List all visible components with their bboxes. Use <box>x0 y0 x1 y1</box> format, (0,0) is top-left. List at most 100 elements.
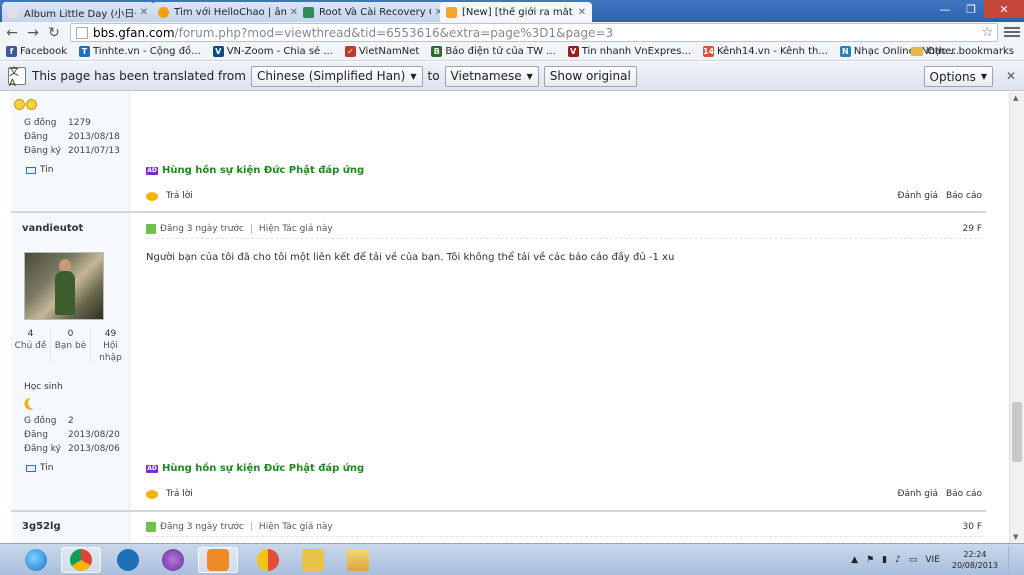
bookmark-vietnamnet[interactable]: ✓ VietNamNet <box>344 46 419 57</box>
ad-badge-icon: AD <box>146 464 158 473</box>
translate-bar: 文A This page has been translated from Ch… <box>0 62 1024 91</box>
chevron-down-icon: ▼ <box>526 71 533 81</box>
post-separator <box>11 510 986 512</box>
rank-emoji-row <box>14 99 37 110</box>
post2-message-link[interactable]: Tin <box>26 463 53 473</box>
network-signal-icon[interactable]: ▮ <box>882 555 887 565</box>
post1-footer: Trả lời Đánh giá Báo cáo <box>146 188 982 204</box>
rate-link[interactable]: Đánh giá <box>897 489 938 499</box>
volume-icon[interactable]: ♪ <box>895 555 901 565</box>
show-original-button[interactable]: Show original <box>543 65 637 87</box>
stat-value: 1279 <box>68 118 91 128</box>
battery-icon[interactable]: ▭ <box>909 555 918 565</box>
tab-title: Album Little Day (小日子) ... <box>24 8 136 20</box>
forward-arrow-icon[interactable]: → <box>24 24 42 42</box>
tab-1[interactable]: Album Little Day (小日子) ... ✕ <box>2 2 154 22</box>
report-link[interactable]: Báo cáo <box>946 489 982 499</box>
post1-signature[interactable]: AD Hùng hồn sự kiện Đức Phật đáp ứng <box>146 165 364 176</box>
reload-icon[interactable]: ↻ <box>45 24 63 42</box>
smiley-icon <box>14 99 25 110</box>
bookmark-vnzoom[interactable]: V VN-Zoom - Chia sẻ ... <box>212 46 333 57</box>
tab-2[interactable]: Tìm với HelloChao | âm h... ✕ <box>152 2 304 22</box>
phone-favicon-icon <box>303 6 314 18</box>
post-separator <box>11 211 986 213</box>
clock[interactable]: 22:24 20/08/2013 <box>952 549 998 571</box>
stat-key: G đồng <box>24 416 57 426</box>
flag-icon[interactable]: ⚑ <box>866 555 874 565</box>
scroll-up-icon[interactable]: ▲ <box>1013 94 1018 102</box>
show-author-link[interactable]: Hiện Tác giả này <box>259 224 333 234</box>
count-label: Bạn bè <box>54 341 87 351</box>
show-desktop-button[interactable] <box>1008 546 1018 574</box>
hellochao-favicon-icon <box>158 6 169 18</box>
translate-prefix: This page has been translated from <box>32 69 246 83</box>
rate-link[interactable]: Đánh giá <box>897 191 938 201</box>
tab-3[interactable]: Root Và Cài Recovery Cho... ✕ <box>297 2 449 22</box>
maximize-icon[interactable]: ❐ <box>958 0 984 18</box>
media-player-icon[interactable] <box>198 547 238 573</box>
url-path: /forum.php?mod=viewthread&tid=6553616&ex… <box>174 25 614 40</box>
other-bookmarks[interactable]: Other bookmarks <box>911 46 1014 57</box>
post3-username[interactable]: 3g52lg <box>22 521 61 532</box>
bookmark-kenh14[interactable]: 14 Kênh14.vn - Kênh th... <box>703 46 828 57</box>
maxthon-icon[interactable] <box>108 547 148 573</box>
bookmark-facebook[interactable]: f Facebook <box>6 46 67 57</box>
windows-taskbar: ▲ ⚑ ▮ ♪ ▭ VIE 22:24 20/08/2013 <box>0 543 1024 575</box>
tab-4-active[interactable]: [New] [thế giới ra mắt] nh... ✕ <box>440 2 592 22</box>
bookmarks-bar: f Facebook T Tinhte.vn - Cộng đồ... V VN… <box>0 43 1024 61</box>
show-author-link[interactable]: Hiện Tác giả này <box>259 522 333 532</box>
options-button[interactable]: Options ▼ <box>923 66 993 87</box>
stat-value: 2 <box>68 416 74 426</box>
floor-number[interactable]: 29 F <box>963 224 983 234</box>
stat-value: 2013/08/18 <box>68 132 120 142</box>
browser-toolbar: ← → ↻ bbs.gfan.com/forum.php?mod=viewthr… <box>0 22 1024 43</box>
tab-title: [New] [thế giới ra mắt] nh... <box>462 6 574 18</box>
file-explorer-icon[interactable] <box>338 547 378 573</box>
post2-header: Đăng 3 ngày trước | Hiện Tác giả này 29 … <box>146 219 982 239</box>
address-bar[interactable]: bbs.gfan.com/forum.php?mod=viewthread&ti… <box>70 23 998 42</box>
post-time: Đăng 3 ngày trước <box>160 521 244 532</box>
reply-link[interactable]: Trả lời <box>166 489 193 499</box>
scrollbar-thumb[interactable] <box>1012 402 1022 462</box>
minimize-icon[interactable]: — <box>932 0 958 18</box>
folder-app-icon[interactable] <box>293 547 333 573</box>
tab-title: Root Và Cài Recovery Cho... <box>319 6 431 18</box>
topics-count[interactable]: 4 Chủ đề <box>11 328 51 364</box>
report-link[interactable]: Báo cáo <box>946 191 982 201</box>
vertical-scrollbar[interactable]: ▲ ▼ <box>1009 92 1024 543</box>
reply-link[interactable]: Trả lời <box>166 191 193 201</box>
bookmark-tinhte[interactable]: T Tinhte.vn - Cộng đồ... <box>79 46 201 57</box>
source-language-select[interactable]: Chinese (Simplified Han) ▼ <box>250 65 423 87</box>
header-divider: | <box>249 521 253 532</box>
post-status-icon <box>146 223 156 234</box>
input-language[interactable]: VIE <box>925 555 940 565</box>
floor-number[interactable]: 30 F <box>963 522 983 532</box>
facebook-icon: f <box>6 46 17 57</box>
bookmark-baodientu[interactable]: B Báo điện tử của TW ... <box>431 46 556 57</box>
menu-icon[interactable] <box>1004 24 1020 40</box>
post2-signature[interactable]: AD Hùng hồn sự kiện Đức Phật đáp ứng <box>146 463 364 474</box>
internet-explorer-icon[interactable] <box>16 547 56 573</box>
signature-text: Hùng hồn sự kiện Đức Phật đáp ứng <box>162 463 365 474</box>
close-tab-icon[interactable]: ✕ <box>140 7 148 18</box>
translate-icon: 文A <box>8 67 26 89</box>
post2-username[interactable]: vandieutot <box>22 223 83 234</box>
points-count[interactable]: 49 Hội nhập <box>91 328 130 364</box>
back-arrow-icon[interactable]: ← <box>3 24 21 42</box>
clock-time: 22:24 <box>963 550 987 559</box>
bookmark-star-icon[interactable]: ☆ <box>981 25 993 40</box>
scroll-down-icon[interactable]: ▼ <box>1013 533 1018 541</box>
post1-message-link[interactable]: Tin <box>26 165 53 175</box>
close-translate-bar-icon[interactable]: ✕ <box>1006 69 1016 83</box>
avatar[interactable] <box>24 252 104 320</box>
yahoo-messenger-icon[interactable] <box>153 547 193 573</box>
friends-count[interactable]: 0 Bạn bè <box>51 328 91 364</box>
chrome-icon[interactable] <box>61 547 101 573</box>
bookmark-vnexpress[interactable]: V Tin nhanh VnExpres... <box>567 46 691 57</box>
close-window-icon[interactable]: ✕ <box>984 0 1024 18</box>
vnexpress-icon: V <box>567 46 579 57</box>
app-icon[interactable] <box>248 547 288 573</box>
close-tab-icon[interactable]: ✕ <box>578 7 586 18</box>
target-language-select[interactable]: Vietnamese ▼ <box>444 65 539 87</box>
show-hidden-icons-icon[interactable]: ▲ <box>851 555 858 565</box>
